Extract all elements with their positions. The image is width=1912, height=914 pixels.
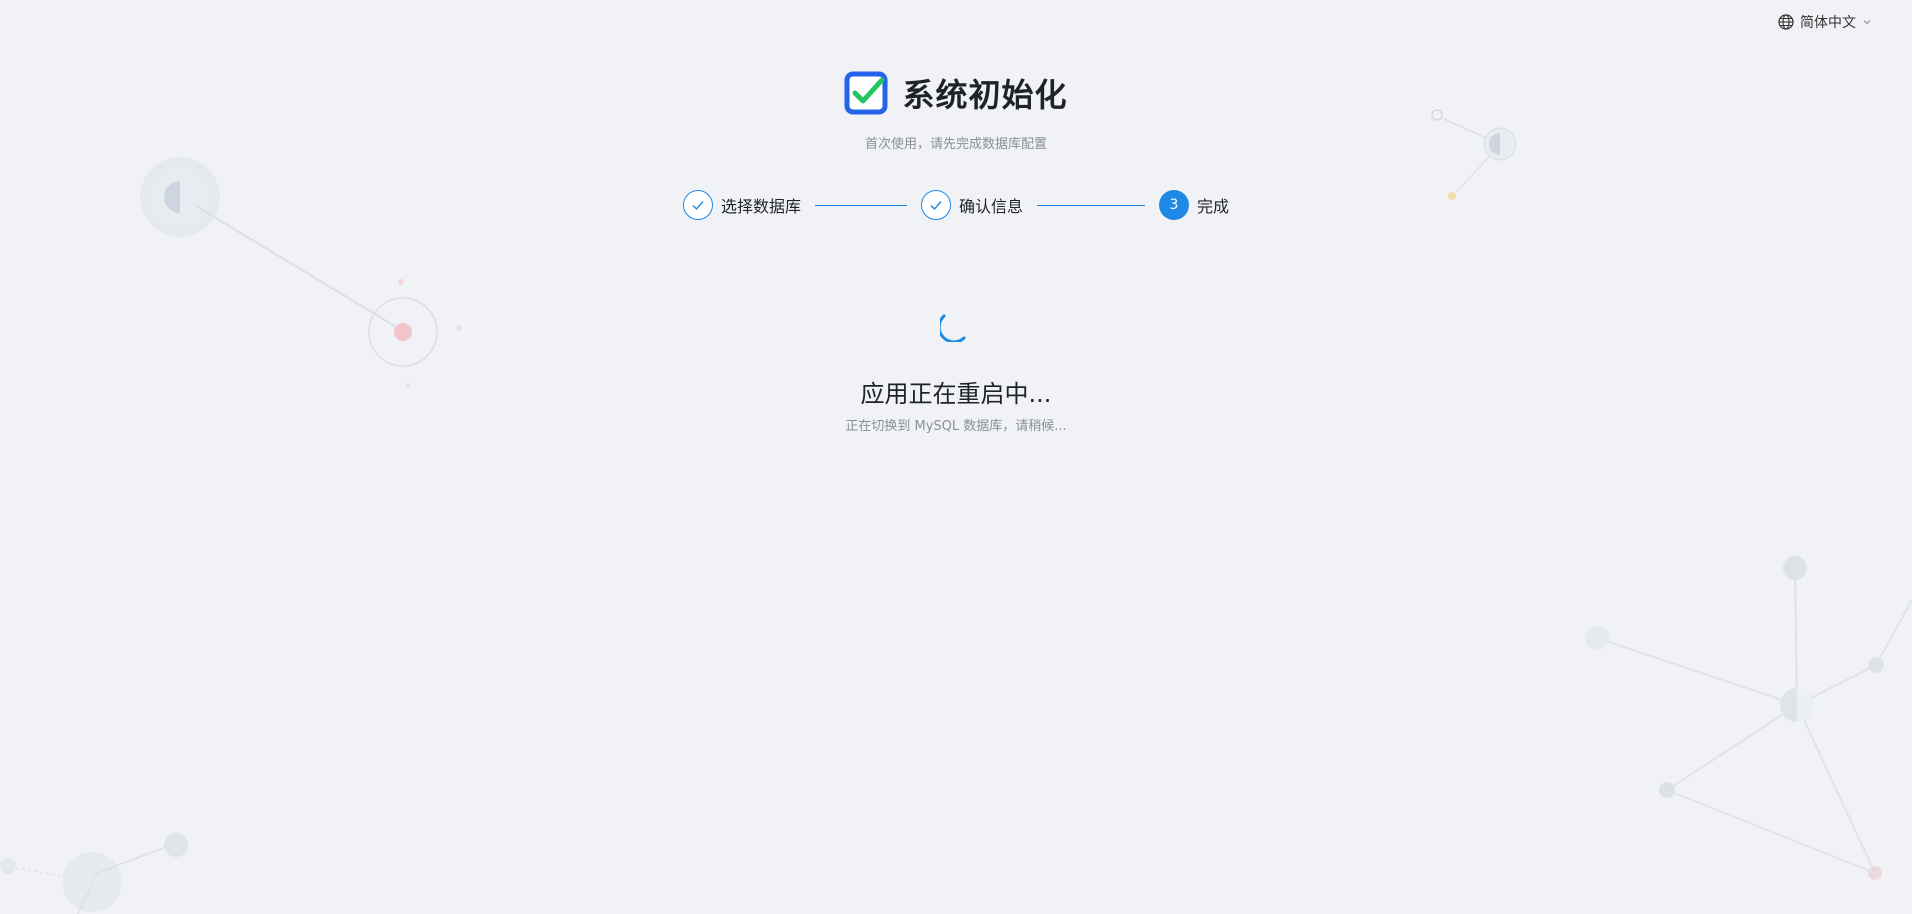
chevron-down-icon (1863, 20, 1871, 25)
restart-status: 应用正在重启中... 正在切换到 MySQL 数据库，请稍候... (0, 310, 1912, 434)
setup-steps: 选择数据库 确认信息 3 完成 (0, 190, 1912, 220)
page-header: 系统初始化 首次使用，请先完成数据库配置 (0, 70, 1912, 152)
page-title: 系统初始化 (902, 76, 1068, 114)
globe-icon (1778, 14, 1794, 30)
step-label: 确认信息 (958, 197, 1023, 216)
title-row: 系统初始化 (844, 70, 1067, 116)
step-confirm-info: 确认信息 (920, 190, 1023, 220)
language-label: 简体中文 (1800, 15, 1856, 31)
status-description: 正在切换到 MySQL 数据库，请稍候... (845, 419, 1067, 434)
check-icon (692, 201, 704, 211)
step-done-indicator (920, 190, 951, 220)
step-label: 完成 (1197, 197, 1230, 216)
page-subtitle: 首次使用，请先完成数据库配置 (864, 137, 1047, 152)
step-connector (1037, 204, 1145, 206)
status-title: 应用正在重启中... (860, 380, 1052, 408)
check-icon (930, 201, 942, 211)
checkbox-logo-icon (844, 71, 888, 115)
step-finish: 3 完成 (1159, 190, 1229, 220)
step-done-indicator (682, 190, 713, 220)
loading-spinner-icon (940, 314, 966, 342)
setup-page: 简体中文 系统初始化 首次使用，请先完成数据库配置 选择数据库 确认信息 3 完… (0, 0, 1912, 914)
language-switch[interactable]: 简体中文 (1778, 12, 1872, 32)
step-connector (814, 204, 907, 206)
step-select-database: 选择数据库 (682, 190, 801, 220)
step-number-indicator: 3 (1159, 190, 1189, 220)
step-label: 选择数据库 (720, 197, 801, 216)
